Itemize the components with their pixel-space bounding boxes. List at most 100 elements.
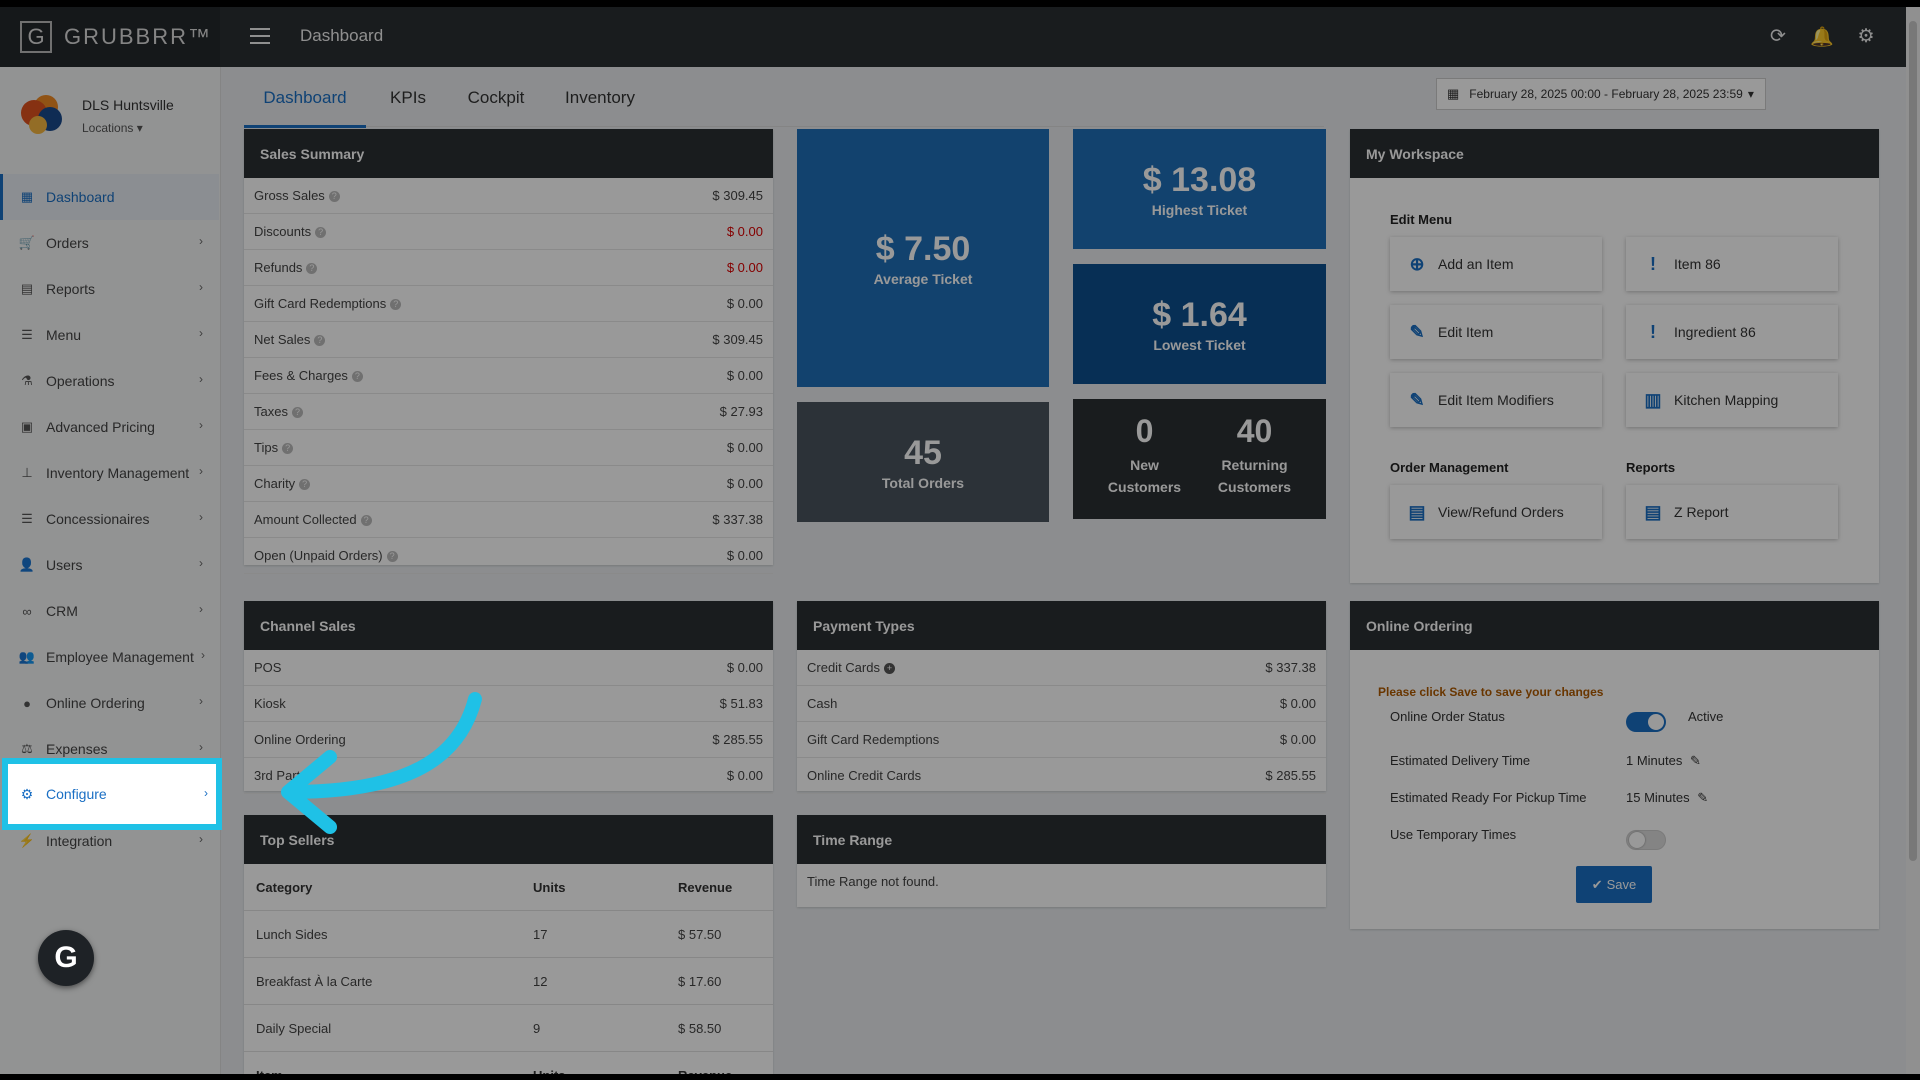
- z-report-button[interactable]: ▤ Z Report: [1626, 485, 1838, 539]
- expand-icon[interactable]: +: [883, 663, 895, 675]
- sidebar-item-orders[interactable]: 🛒 Orders ›: [0, 220, 219, 266]
- sidebar-item-configure[interactable]: ⚙ Configure ›: [2, 758, 222, 830]
- help-icon[interactable]: ?: [306, 263, 318, 275]
- chevron-right-icon: ›: [199, 326, 203, 340]
- row-label-text: Charity: [254, 476, 296, 491]
- sidebar: DLS Huntsville Locations ▾ ▦ Dashboard 🛒 O…: [0, 67, 221, 1074]
- group-icon: 👥: [18, 649, 36, 664]
- sidebar-item-label: Operations: [46, 373, 115, 389]
- highest-ticket-label: Highest Ticket: [1151, 201, 1248, 218]
- sidebar-item-reports[interactable]: ▤ Reports ›: [0, 266, 219, 312]
- table-header-row: Item Units Revenue: [244, 1051, 773, 1074]
- pencil-icon[interactable]: ✎: [1697, 790, 1708, 805]
- row-label: Credit Cards +: [807, 660, 895, 675]
- save-button[interactable]: ✔ Save: [1576, 866, 1652, 903]
- table-row: Cash $ 0.00: [797, 686, 1326, 722]
- hamburger-menu-icon[interactable]: [250, 28, 270, 44]
- pencil-icon[interactable]: ✎: [1690, 753, 1701, 768]
- sidebar-item-online-ordering[interactable]: ● Online Ordering ›: [0, 680, 219, 726]
- bell-icon[interactable]: 🔔: [1810, 25, 1834, 49]
- ingredient-86-button[interactable]: ! Ingredient 86: [1626, 305, 1838, 359]
- customers-card: 0 New Customers 40 Returning Customers: [1073, 399, 1326, 519]
- help-icon[interactable]: ?: [315, 227, 327, 239]
- page-scrollbar-track[interactable]: [1906, 7, 1920, 1074]
- plus-circle-icon: ⊕: [1409, 253, 1425, 274]
- table-row: Discounts? $ 0.00: [244, 214, 773, 250]
- sidebar-item-dashboard[interactable]: ▦ Dashboard: [0, 174, 219, 220]
- row-label: Cash: [807, 696, 837, 711]
- row-value: $ 0.00: [726, 368, 763, 383]
- sidebar-item-menu[interactable]: ☰ Menu ›: [0, 312, 219, 358]
- help-icon[interactable]: ?: [386, 551, 398, 563]
- pickup-time-text: 15 Minutes: [1626, 790, 1690, 805]
- help-icon[interactable]: ?: [299, 479, 311, 491]
- gear-icon[interactable]: ⚙: [1854, 25, 1878, 48]
- returning-customers-value: 40: [1236, 413, 1273, 449]
- page-scrollbar-thumb[interactable]: [1909, 21, 1917, 861]
- lowest-ticket-card: $ 1.64 Lowest Ticket: [1073, 264, 1326, 384]
- help-icon[interactable]: ?: [282, 443, 294, 455]
- exclamation-icon: !: [1650, 321, 1656, 342]
- average-ticket-card: $ 7.50 Average Ticket: [797, 129, 1049, 387]
- chevron-right-icon: ›: [199, 510, 203, 524]
- sidebar-item-label: Menu: [46, 327, 82, 343]
- chevron-right-icon: ›: [199, 372, 203, 386]
- delivery-time-value[interactable]: 1 Minutes ✎: [1626, 753, 1701, 769]
- help-icon[interactable]: ?: [351, 371, 363, 383]
- row-value: $ 285.55: [712, 732, 763, 747]
- column-header: Category: [244, 864, 521, 911]
- help-icon[interactable]: ?: [360, 515, 372, 527]
- help-icon[interactable]: ?: [291, 407, 303, 419]
- table-row: Breakfast À la Carte 12 $ 17.60: [244, 957, 773, 1005]
- table-cell: $ 57.50: [666, 910, 773, 958]
- edit-item-modifiers-button[interactable]: ✎ Edit Item Modifiers: [1390, 373, 1602, 427]
- add-item-button[interactable]: ⊕ Add an Item: [1390, 237, 1602, 291]
- panel-title: Channel Sales: [244, 601, 773, 650]
- tab-dashboard[interactable]: Dashboard: [244, 71, 366, 128]
- tab-inventory[interactable]: Inventory: [552, 71, 648, 125]
- sidebar-item-advanced-pricing[interactable]: ▣ Advanced Pricing ›: [0, 404, 219, 450]
- temporary-times-toggle[interactable]: [1626, 830, 1666, 850]
- panel-title: Online Ordering: [1350, 601, 1879, 650]
- sidebar-item-crm[interactable]: ∞ CRM ›: [0, 588, 219, 634]
- date-range-picker[interactable]: ▦ February 28, 2025 00:00 - February 28,…: [1436, 78, 1766, 110]
- help-icon[interactable]: ?: [314, 335, 326, 347]
- document-icon: ▤: [1644, 501, 1662, 522]
- sidebar-item-inventory-management[interactable]: ⊥ Inventory Management ›: [0, 450, 219, 496]
- help-icon[interactable]: ?: [328, 191, 340, 203]
- chevron-right-icon: ›: [199, 418, 203, 432]
- refresh-icon[interactable]: ⟳: [1766, 25, 1790, 48]
- tab-cockpit[interactable]: Cockpit: [456, 71, 536, 125]
- sidebar-item-label: Reports: [46, 281, 96, 297]
- locations-dropdown[interactable]: Locations ▾: [82, 121, 143, 135]
- row-label: Gift Card Redemptions?: [254, 296, 402, 311]
- logo-mark: G: [20, 21, 52, 53]
- online-order-status-toggle[interactable]: [1626, 712, 1666, 732]
- tab-kpis[interactable]: KPIs: [376, 71, 440, 125]
- temporary-times-label: Use Temporary Times: [1390, 827, 1517, 842]
- users-icon: 👤: [18, 557, 36, 572]
- view-refund-orders-button[interactable]: ▤ View/Refund Orders: [1390, 485, 1602, 539]
- sidebar-item-operations[interactable]: ⚗ Operations ›: [0, 358, 219, 404]
- edit-item-button[interactable]: ✎ Edit Item: [1390, 305, 1602, 359]
- sidebar-item-employee-management[interactable]: 👥 Employee Management ›: [0, 634, 219, 680]
- help-icon[interactable]: ?: [390, 299, 402, 311]
- table-row: Fees & Charges? $ 0.00: [244, 358, 773, 394]
- profile[interactable]: DLS Huntsville Locations ▾: [16, 89, 216, 145]
- sidebar-item-concessionaires[interactable]: ☰ Concessionaires ›: [0, 496, 219, 542]
- chevron-right-icon: ›: [204, 786, 208, 800]
- calendar-icon: ▦: [1447, 86, 1460, 101]
- item-86-button[interactable]: ! Item 86: [1626, 237, 1838, 291]
- pencil-icon: ✎: [1409, 321, 1425, 342]
- dashboard-icon: ▦: [20, 189, 34, 204]
- caret-down-icon: ▾: [1747, 87, 1754, 101]
- row-label: Charity?: [254, 476, 311, 491]
- grubbrr-assistant-button[interactable]: G: [38, 930, 94, 986]
- kitchen-mapping-button[interactable]: ▥ Kitchen Mapping: [1626, 373, 1838, 427]
- row-value: $ 285.55: [1265, 768, 1316, 783]
- sidebar-item-users[interactable]: 👤 Users ›: [0, 542, 219, 588]
- pickup-time-value[interactable]: 15 Minutes ✎: [1626, 790, 1708, 806]
- sitemap-icon: ⊥: [21, 465, 33, 480]
- table-row: Tips? $ 0.00: [244, 430, 773, 466]
- table-row: Gift Card Redemptions $ 0.00: [797, 722, 1326, 758]
